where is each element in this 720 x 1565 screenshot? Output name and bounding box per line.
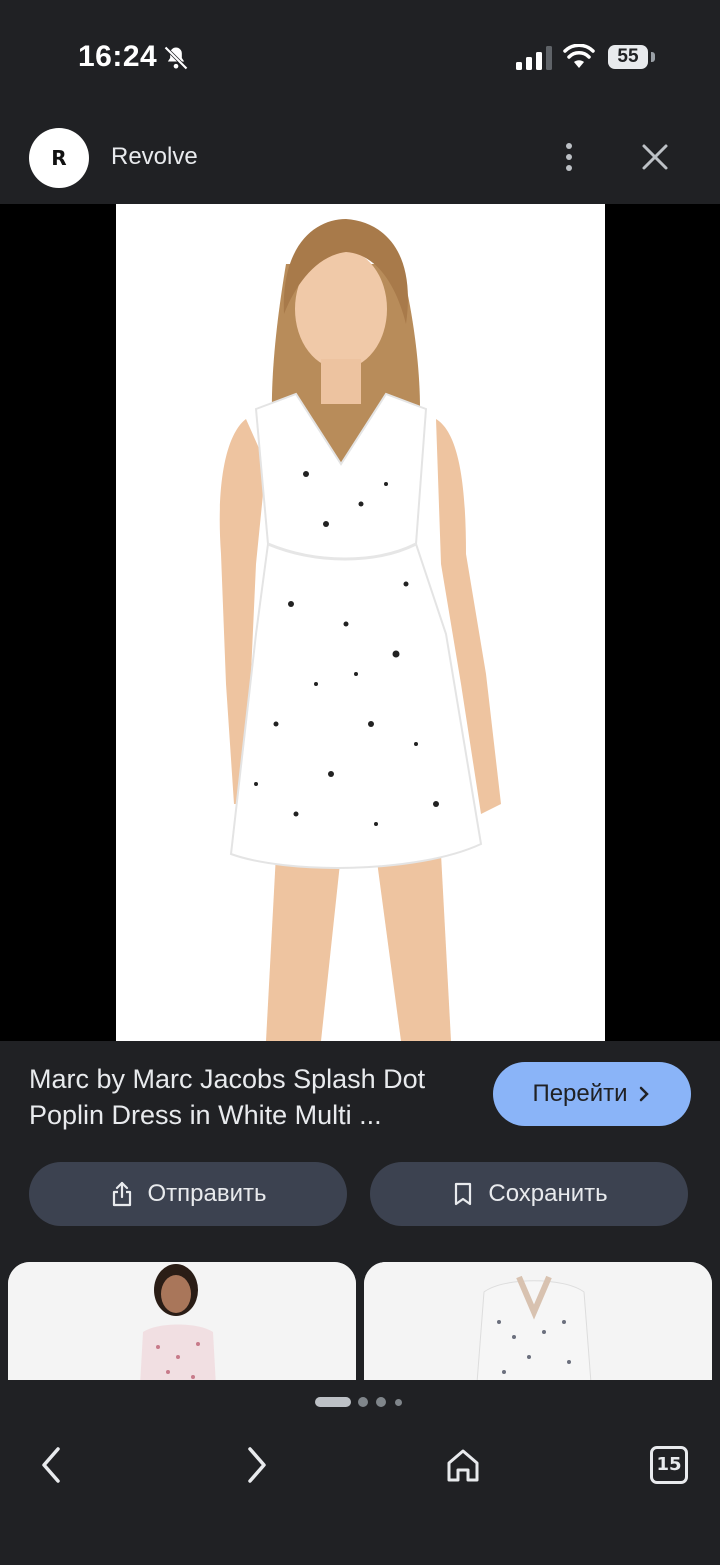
related-image-card[interactable] xyxy=(364,1262,712,1380)
product-info: Marc by Marc Jacobs Splash Dot Poplin Dr… xyxy=(0,1041,720,1261)
more-vertical-icon[interactable] xyxy=(552,136,586,178)
bottom-navigation: 15 xyxy=(0,1420,720,1565)
battery-icon: 55 xyxy=(608,45,648,69)
back-arrow-icon[interactable] xyxy=(26,1440,76,1490)
battery-cap xyxy=(651,52,655,62)
signal-icon xyxy=(516,46,552,70)
bell-off-icon xyxy=(164,46,188,70)
page-indicator xyxy=(0,1396,720,1410)
wifi-icon xyxy=(563,44,595,68)
related-image xyxy=(8,1262,356,1380)
visit-button-label: Перейти xyxy=(532,1080,628,1107)
status-bar: 16:24 55 xyxy=(0,0,720,110)
status-time: 16:24 xyxy=(78,40,158,73)
share-icon xyxy=(113,1181,132,1207)
save-button-label: Сохранить xyxy=(488,1180,608,1207)
source-header: R Revolve xyxy=(0,110,720,204)
product-image[interactable] xyxy=(116,204,605,1041)
product-title[interactable]: Marc by Marc Jacobs Splash Dot Poplin Dr… xyxy=(29,1061,479,1133)
model-illustration xyxy=(219,219,501,1041)
related-images xyxy=(0,1262,720,1380)
page-dot-active xyxy=(315,1397,351,1407)
bookmark-icon xyxy=(455,1182,472,1206)
page-dot xyxy=(358,1397,368,1407)
tabs-icon[interactable]: 15 xyxy=(644,1440,694,1490)
tab-count: 15 xyxy=(650,1446,688,1484)
share-button-label: Отправить xyxy=(147,1180,267,1207)
save-button[interactable]: Сохранить xyxy=(370,1162,688,1226)
share-button[interactable]: Отправить xyxy=(29,1162,347,1226)
close-icon[interactable] xyxy=(638,140,672,174)
page-dot xyxy=(376,1397,386,1407)
related-image xyxy=(364,1262,712,1380)
home-icon[interactable] xyxy=(438,1440,488,1490)
image-viewer[interactable] xyxy=(0,204,720,1041)
related-image-card[interactable] xyxy=(8,1262,356,1380)
site-avatar[interactable]: R xyxy=(29,128,89,188)
forward-arrow-icon[interactable] xyxy=(232,1440,282,1490)
site-name[interactable]: Revolve xyxy=(111,143,198,171)
visit-button[interactable]: Перейти xyxy=(493,1062,691,1126)
chevron-right-icon xyxy=(639,1086,649,1102)
page-dot xyxy=(395,1399,402,1406)
